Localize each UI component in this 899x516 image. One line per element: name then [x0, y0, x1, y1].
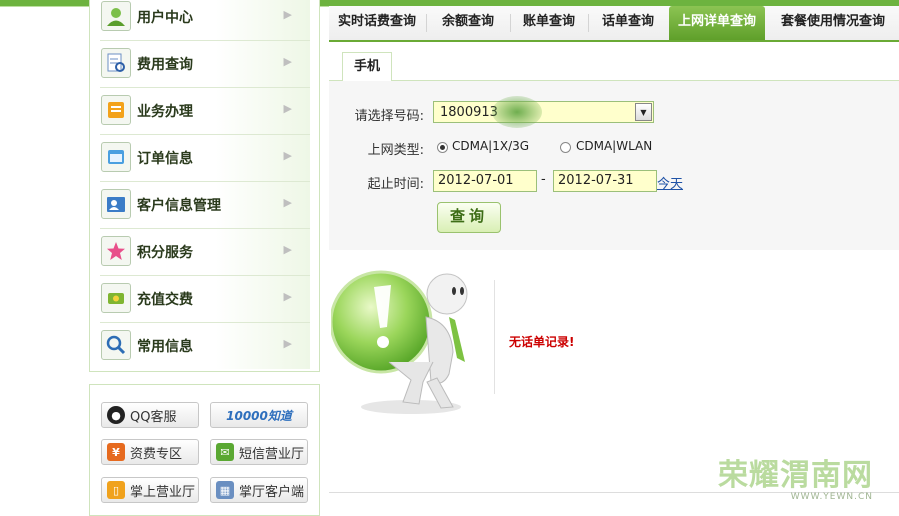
sidebar-item-label: 费用查询 — [137, 57, 193, 73]
internet-type-label: 上网类型: — [367, 143, 424, 158]
sidebar-item-label: 积分服务 — [137, 245, 193, 261]
no-record-message: 无话单记录! — [509, 335, 575, 349]
chevron-right-icon: ▶ — [283, 55, 292, 68]
query-button[interactable]: 查询 — [437, 202, 501, 233]
envelope-icon: ✉ — [216, 443, 234, 461]
query-form: 请选择号码: 1800913 ▼ 上网类型: CDMA|1X/3G CDMA|W… — [329, 81, 899, 250]
phone-number-value: 1800913 — [440, 105, 498, 120]
tariff-zone-label: 资费专区 — [130, 446, 183, 462]
phone-number-select[interactable]: 1800913 ▼ — [433, 96, 654, 128]
star-icon — [101, 236, 131, 266]
sidebar-item-label: 客户信息管理 — [137, 198, 221, 214]
client-app-label: 掌厅客户端 — [239, 484, 305, 500]
tab-realtime-fee[interactable]: 实时话费查询 — [329, 6, 425, 40]
radio-cdma-wlan[interactable] — [560, 142, 571, 153]
tariff-zone-button[interactable]: ¥ 资费专区 — [101, 439, 199, 465]
chevron-right-icon: ▶ — [283, 243, 292, 256]
bill-search-icon — [101, 48, 131, 78]
phone-icon: ▯ — [107, 481, 125, 499]
sidebar-item-label: 订单信息 — [137, 151, 193, 167]
recharge-icon — [101, 283, 131, 313]
chevron-right-icon: ▶ — [283, 8, 292, 21]
client-app-icon: ▦ — [216, 481, 234, 499]
sidebar-item-label: 业务办理 — [137, 104, 193, 120]
tab-call-record[interactable]: 话单查询 — [589, 6, 667, 40]
sidebar-item-business[interactable]: 业务办理 ▶ — [100, 88, 310, 135]
watermark-title: 荣耀渭南网 — [718, 458, 873, 493]
sidebar-item-points[interactable]: 积分服务 ▶ — [100, 229, 310, 276]
date-range-label: 起止时间: — [367, 177, 424, 192]
sidebar-item-user-center[interactable]: 用户中心 ▶ — [100, 0, 310, 41]
service-shortcuts: ● QQ客服 10000知道 ¥ 资费专区 ✉ 短信营业厅 ▯ 掌上营业厅 ▦ … — [89, 384, 320, 516]
chevron-right-icon: ▶ — [283, 149, 292, 162]
today-link[interactable]: 今天 — [657, 173, 683, 192]
user-icon — [101, 1, 131, 31]
chevron-right-icon: ▶ — [283, 290, 292, 303]
sidebar-item-customer[interactable]: 客户信息管理 ▶ — [100, 182, 310, 229]
customer-icon — [101, 189, 131, 219]
mobile-hall-label: 掌上营业厅 — [130, 484, 196, 500]
client-app-button[interactable]: ▦ 掌厅客户端 — [210, 477, 308, 503]
tab-package-usage[interactable]: 套餐使用情况查询 — [767, 6, 899, 40]
sidebar-item-order[interactable]: 订单信息 ▶ — [100, 135, 310, 182]
tab-internet-detail[interactable]: 上网详单查询 — [669, 6, 765, 40]
end-date-input[interactable]: 2012-07-31 — [553, 170, 657, 192]
sidebar-item-label: 用户中心 — [137, 10, 193, 26]
warning-mascot-illustration — [331, 270, 468, 414]
sidebar-item-label: 充值交费 — [137, 292, 193, 308]
redaction-blur — [492, 96, 542, 128]
number-label: 请选择号码: — [354, 109, 424, 124]
start-date-input[interactable]: 2012-07-01 — [433, 170, 537, 192]
chevron-right-icon: ▶ — [283, 102, 292, 115]
tab-bill[interactable]: 账单查询 — [511, 6, 587, 40]
query-tabs: 实时话费查询 余额查询 账单查询 话单查询 上网详单查询 套餐使用情况查询 — [329, 6, 899, 42]
subtab-bar: 手机 — [329, 52, 899, 82]
sidebar-item-label: 常用信息 — [137, 339, 193, 355]
mobile-hall-button[interactable]: ▯ 掌上营业厅 — [101, 477, 199, 503]
sidebar-item-fee-query[interactable]: 费用查询 ▶ — [100, 41, 310, 88]
subtab-mobile[interactable]: 手机 — [342, 52, 392, 82]
date-separator: - — [541, 172, 546, 187]
qq-service-button[interactable]: ● QQ客服 — [101, 402, 199, 428]
site-watermark: 荣耀渭南网 WWW.YEWN.CN — [718, 450, 873, 502]
radio-cdma-1x3g[interactable] — [437, 142, 448, 153]
sms-hall-label: 短信营业厅 — [239, 446, 305, 462]
chevron-down-icon[interactable]: ▼ — [635, 103, 652, 121]
qq-service-label: QQ客服 — [130, 409, 177, 425]
chevron-right-icon: ▶ — [283, 196, 292, 209]
order-icon — [101, 142, 131, 172]
qq-penguin-icon: ● — [107, 406, 125, 424]
divider-line — [494, 280, 495, 394]
zhidao-logo: 10000知道 — [226, 408, 292, 423]
sidebar-item-common-info[interactable]: 常用信息 ▶ — [100, 323, 310, 369]
sms-hall-button[interactable]: ✉ 短信营业厅 — [210, 439, 308, 465]
service-icon — [101, 95, 131, 125]
tab-balance[interactable]: 余额查询 — [427, 6, 509, 40]
zhidao-button[interactable]: 10000知道 — [210, 402, 308, 428]
radio-cdma-wlan-label: CDMA|WLAN — [576, 139, 653, 153]
yuan-icon: ¥ — [107, 443, 125, 461]
sidebar-nav: 用户中心 ▶ 费用查询 ▶ 业务办理 ▶ 订单信息 ▶ 客户信息管理 ▶ 积分服… — [89, 0, 320, 372]
magnifier-icon — [101, 330, 131, 360]
sidebar-item-recharge[interactable]: 充值交费 ▶ — [100, 276, 310, 323]
chevron-right-icon: ▶ — [283, 337, 292, 350]
radio-cdma-1x3g-label: CDMA|1X/3G — [452, 139, 530, 153]
